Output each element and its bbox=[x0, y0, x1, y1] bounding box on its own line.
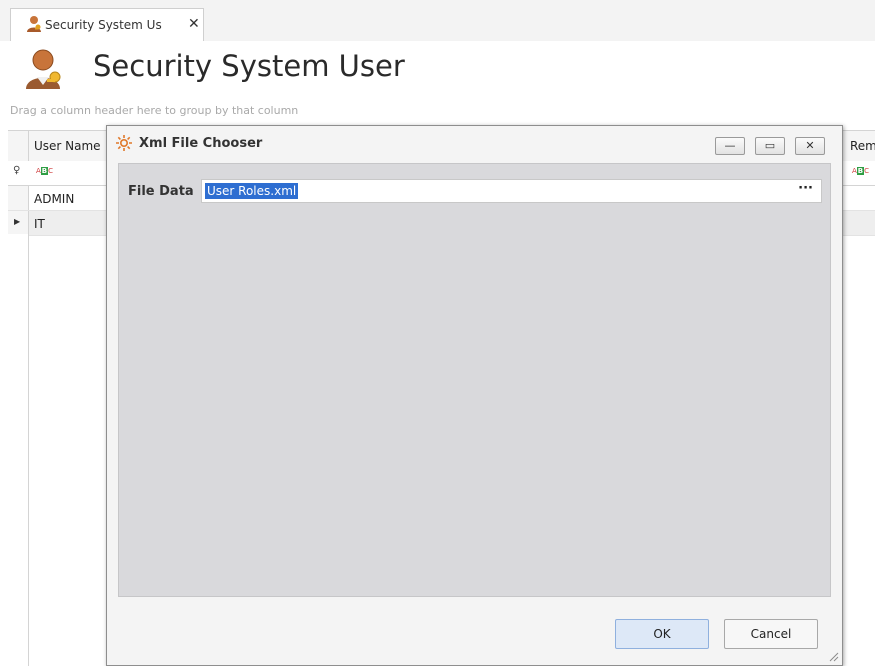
dialog-titlebar[interactable]: Xml File Chooser — ▭ ✕ bbox=[107, 126, 842, 162]
tab-security-system-user[interactable]: Security System Us ✕ bbox=[10, 8, 204, 41]
file-data-label: File Data bbox=[128, 184, 194, 199]
ok-button[interactable]: OK bbox=[615, 619, 709, 649]
close-icon: ✕ bbox=[805, 139, 815, 152]
user-key-icon bbox=[27, 16, 41, 32]
browse-ellipsis-button[interactable]: ··· bbox=[798, 181, 813, 196]
document-tabstrip: Security System Us ✕ bbox=[0, 0, 875, 42]
filter-pin-icon: ♀ bbox=[13, 165, 21, 176]
minimize-icon: — bbox=[724, 139, 736, 152]
maximize-button[interactable]: ▭ bbox=[755, 137, 785, 155]
header-indicator bbox=[8, 131, 29, 161]
page-header: Security System User bbox=[0, 41, 875, 103]
row-indicator-column bbox=[8, 234, 29, 666]
file-data-value[interactable]: User Roles.xml bbox=[205, 183, 299, 199]
minimize-button[interactable]: — bbox=[715, 137, 745, 155]
maximize-icon: ▭ bbox=[764, 139, 776, 152]
cancel-button[interactable]: Cancel bbox=[724, 619, 818, 649]
column-header-rem[interactable]: Rem bbox=[850, 139, 875, 153]
resize-grip-icon[interactable] bbox=[827, 650, 839, 662]
dialog-content-panel: File Data User Roles.xml ··· bbox=[118, 163, 831, 597]
tab-label: Security System Us bbox=[45, 18, 162, 32]
user-name-cell[interactable]: ADMIN bbox=[34, 192, 74, 206]
user-name-cell[interactable]: IT bbox=[34, 217, 45, 231]
abc-filter-icon[interactable]: ABC bbox=[36, 167, 53, 175]
current-row-arrow-icon: ▶ bbox=[14, 217, 21, 226]
xml-file-chooser-dialog: Xml File Chooser — ▭ ✕ File Data User Ro… bbox=[106, 125, 843, 666]
user-key-icon bbox=[26, 49, 61, 89]
file-data-field[interactable]: User Roles.xml ··· bbox=[201, 179, 822, 203]
orange-gear-icon bbox=[116, 135, 132, 151]
close-button[interactable]: ✕ bbox=[795, 137, 825, 155]
page-title: Security System User bbox=[93, 49, 405, 83]
abc-filter-icon[interactable]: ABC bbox=[852, 167, 869, 175]
column-header-user-name[interactable]: User Name bbox=[34, 139, 101, 153]
row-indicator: ▶ bbox=[8, 211, 29, 235]
dialog-title: Xml File Chooser bbox=[139, 136, 263, 151]
close-icon[interactable]: ✕ bbox=[188, 16, 200, 32]
group-panel-hint[interactable]: Drag a column header here to group by th… bbox=[10, 104, 298, 117]
row-indicator bbox=[8, 186, 29, 210]
